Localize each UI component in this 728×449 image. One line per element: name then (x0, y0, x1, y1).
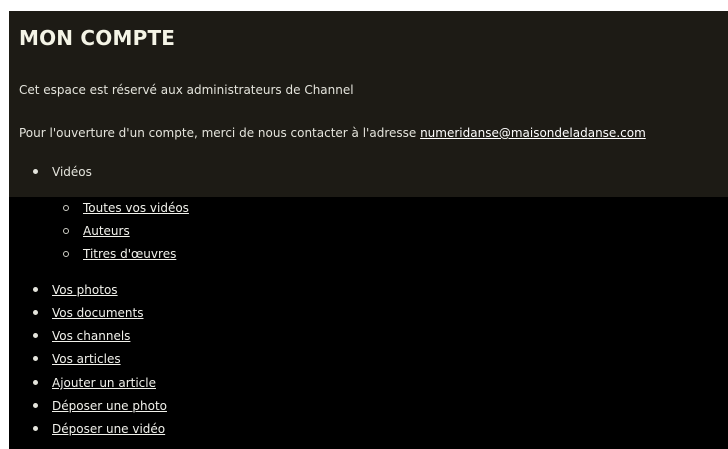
menu-link[interactable]: Vos channels (52, 328, 130, 344)
bullet-icon (33, 426, 38, 431)
menu-link[interactable]: Vos articles (52, 351, 121, 367)
bullet-icon (33, 356, 38, 361)
submenu-link[interactable]: Toutes vos vidéos (83, 200, 189, 216)
circle-bullet-icon (63, 205, 69, 211)
menu-item-label: Vidéos (52, 165, 92, 179)
menu-link[interactable]: Vos photos (52, 282, 118, 298)
menu-link[interactable]: Vos documents (52, 305, 143, 321)
submenu-link[interactable]: Auteurs (83, 223, 130, 239)
bullet-icon (33, 403, 38, 408)
menu-link[interactable]: Déposer une vidéo (52, 421, 165, 437)
circle-bullet-icon (63, 228, 69, 234)
bullet-icon (33, 169, 38, 174)
submenu-link[interactable]: Titres d'œuvres (83, 246, 176, 262)
bullet-icon (33, 333, 38, 338)
page: MON COMPTE Cet espace est réservé aux ad… (0, 0, 728, 449)
bullet-icon (33, 310, 38, 315)
bullet-icon (33, 287, 38, 292)
menu-link[interactable]: Déposer une photo (52, 398, 167, 414)
circle-bullet-icon (63, 251, 69, 257)
menu-link[interactable]: Ajouter un article (52, 375, 156, 391)
account-menu: Vidéos Toutes vos vidéos Auteurs Titres … (0, 0, 728, 449)
bullet-icon (33, 380, 38, 385)
